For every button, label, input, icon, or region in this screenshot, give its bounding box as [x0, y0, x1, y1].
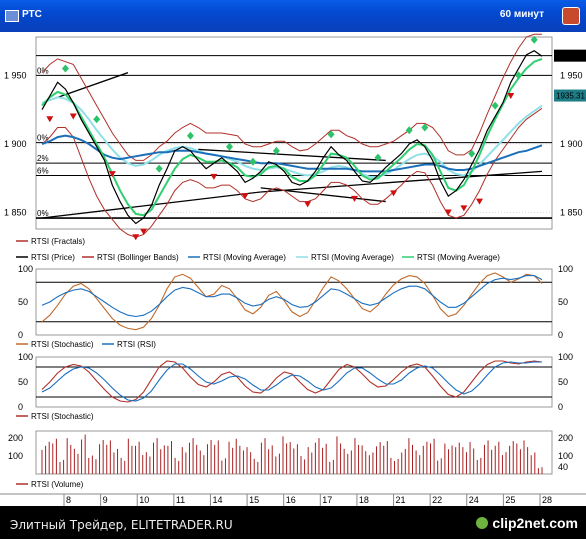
legend-price-label: RTSI (Moving Average)	[203, 253, 286, 262]
window-title: РТС	[22, 9, 42, 20]
stochastic-legend-label: RTSI (Stochastic)	[31, 412, 94, 421]
stochastic-left-tick: 0	[18, 402, 23, 412]
stoch-rsi-left-tick: 100	[18, 264, 33, 274]
price-left-tick: 1 950	[4, 70, 27, 80]
price-right-tick: 1 950	[560, 70, 583, 80]
volume-right-tick: 100	[558, 451, 573, 461]
legend-price-label: RTSI (Moving Average)	[417, 253, 500, 262]
stoch-rsi-right-tick: 50	[558, 297, 568, 307]
chart-canvas: 1 850 1 8501 900 1 9001 950 1 9500%0%2%6%0%…	[0, 33, 586, 506]
x-axis-tick-label: 21	[396, 495, 406, 505]
price-left-tick: 1 850	[4, 208, 27, 218]
fib-level-label: 6%	[37, 167, 49, 176]
price-tag-label: 1964.40	[556, 52, 585, 61]
x-axis-tick-label: 14	[212, 495, 222, 505]
volume-legend-label: RTSI (Volume)	[31, 480, 84, 489]
stochastic-right-tick: 0	[558, 402, 563, 412]
x-axis-tick-label: 24	[469, 495, 479, 505]
legend-price-label: RTSI (Moving Average)	[311, 253, 394, 262]
x-axis-tick-label: 9	[103, 495, 108, 505]
stoch-rsi-right-tick: 100	[558, 264, 573, 274]
price-right-tick: 1 850	[560, 208, 583, 218]
fib-level-label: 2%	[37, 154, 49, 163]
legend-price-label: RTSI (Price)	[31, 253, 75, 262]
x-axis-tick-label: 18	[359, 495, 369, 505]
legend-fractals-label: RTSI (Fractals)	[31, 237, 85, 246]
watermark-text: Элитный Трейдер, ELITETRADER.RU	[10, 518, 233, 532]
x-axis-tick-label: 17	[322, 495, 332, 505]
stochastic-left-tick: 50	[18, 377, 28, 387]
fib-level-label: 0%	[37, 209, 49, 218]
stoch-rsi-left-tick: 50	[18, 297, 28, 307]
x-axis-tick-label: 8	[66, 495, 71, 505]
x-axis-tick-label: 28	[542, 495, 552, 505]
volume-left-tick: 100	[8, 451, 23, 461]
clip2net-icon	[476, 517, 489, 529]
x-axis-tick-label: 11	[176, 495, 185, 505]
fractal-down-marker	[132, 234, 140, 241]
x-axis-tick-label: 25	[505, 495, 515, 505]
title-bar: РТС 60 минут	[0, 0, 586, 32]
stoch-rsi-right-tick: 0	[558, 330, 563, 340]
price-tag-label: 1935.31	[556, 92, 585, 101]
stoch-rsi-legend-label: RTSI (RSI)	[117, 340, 156, 349]
price-right-tick: 1 900	[560, 139, 583, 149]
stochastic-panel	[35, 356, 553, 408]
x-axis-tick-label: 22	[432, 495, 442, 505]
volume-right-tick: 200	[558, 433, 573, 443]
stochastic-right-tick: 50	[558, 377, 568, 387]
x-axis-tick-label: 15	[249, 495, 259, 505]
stochastic-left-tick: 100	[18, 352, 33, 362]
footer-bar: Элитный Трейдер, ELITETRADER.RU clip2net…	[0, 506, 586, 539]
close-icon[interactable]	[562, 7, 580, 25]
x-axis-tick-label: 16	[286, 495, 296, 505]
price-left-tick: 1 900	[4, 139, 27, 149]
stoch-rsi-legend-label: RTSI (Stochastic)	[31, 340, 94, 349]
x-axis-tick-label: 10	[139, 495, 149, 505]
volume-left-tick: 200	[8, 433, 23, 443]
chart-window: 1 850 1 850 1 900 1 900 1 950 1 950 0% 0% 2% 6% 0%…	[0, 32, 586, 506]
stoch-rsi-panel	[35, 268, 553, 336]
window-app-icon	[5, 10, 19, 22]
stoch-rsi-left-tick: 0	[18, 330, 23, 340]
stochastic-right-tick: 100	[558, 352, 573, 362]
legend-price-label: RTSI (Bollinger Bands)	[97, 253, 179, 262]
volume-right-tick: 40	[558, 462, 568, 472]
clip2net-logo-text: clip2net.com	[492, 515, 578, 531]
timeframe-label[interactable]: 60 минут	[500, 9, 544, 20]
clip2net-logo: clip2net.com	[476, 515, 578, 531]
